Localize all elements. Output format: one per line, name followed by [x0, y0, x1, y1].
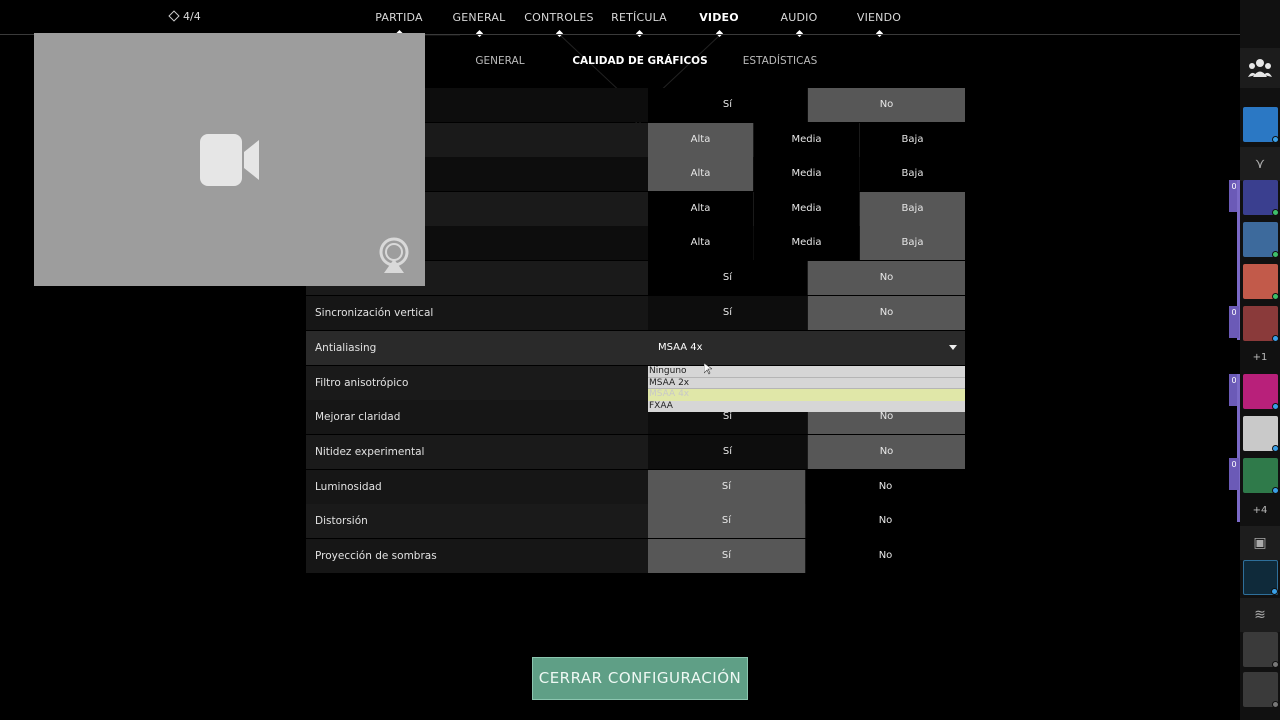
setting-row-bloom: Luminosidad Sí No	[306, 470, 965, 504]
option-no[interactable]: No	[806, 504, 965, 538]
option-medium[interactable]: Media	[754, 157, 859, 191]
setting-label: Filtro anisotrópico	[315, 377, 409, 389]
avatar[interactable]	[1243, 374, 1279, 410]
friends-button[interactable]	[1240, 48, 1280, 88]
option-high[interactable]: Alta	[648, 226, 753, 260]
option-yes[interactable]: Sí	[648, 261, 807, 295]
party-badge: 0	[1229, 458, 1239, 490]
dropdown-option-msaa2x[interactable]: MSAA 2x	[648, 378, 965, 389]
setting-row-sharpness: Nitidez experimental Sí No	[306, 435, 965, 469]
setting-label: Luminosidad	[315, 481, 382, 493]
setting-label: Nitidez experimental	[315, 446, 425, 458]
airplay-icon[interactable]	[379, 237, 409, 273]
setting-label: Proyección de sombras	[315, 550, 437, 562]
valorant-logo-icon[interactable]: ⋎	[1240, 147, 1280, 181]
avatar[interactable]	[1243, 180, 1279, 216]
option-medium[interactable]: Media	[754, 123, 859, 157]
subtab-graphics-quality[interactable]: CALIDAD DE GRÁFICOS	[572, 55, 707, 67]
avatar[interactable]	[1243, 107, 1279, 143]
option-yes[interactable]: Sí	[648, 296, 807, 330]
setting-label: Mejorar claridad	[315, 411, 401, 423]
avatar[interactable]	[1243, 222, 1279, 258]
tab-controles[interactable]: CONTROLES	[524, 11, 593, 24]
party-size: 4/4	[168, 10, 201, 23]
option-high[interactable]: Alta	[648, 123, 753, 157]
option-high[interactable]: Alta	[648, 192, 753, 226]
option-yes[interactable]: Sí	[648, 88, 807, 122]
option-yes[interactable]: Sí	[648, 504, 805, 538]
option-high[interactable]: Alta	[648, 157, 753, 191]
friends-icon	[1248, 59, 1272, 77]
connection-status-icon[interactable]: ≋	[1240, 598, 1280, 632]
subtab-statistics[interactable]: ESTADÍSTICAS	[743, 55, 818, 67]
option-no[interactable]: No	[808, 261, 965, 295]
avatar[interactable]	[1243, 672, 1279, 708]
tab-video[interactable]: VIDEO	[699, 11, 739, 24]
tab-partida[interactable]: PARTIDA	[375, 11, 422, 24]
option-medium[interactable]: Media	[754, 226, 859, 260]
option-no[interactable]: No	[808, 435, 965, 469]
setting-row-shadows: Proyección de sombras Sí No	[306, 539, 965, 573]
setting-label: Distorsión	[315, 515, 368, 527]
close-settings-button[interactable]: CERRAR CONFIGURACIÓN	[532, 657, 748, 700]
avatar[interactable]	[1243, 416, 1279, 452]
avatar[interactable]	[1243, 306, 1279, 342]
option-low[interactable]: Baja	[860, 226, 965, 260]
avatar[interactable]	[1243, 458, 1279, 494]
subtab-general[interactable]: GENERAL	[475, 55, 524, 67]
option-low[interactable]: Baja	[860, 123, 965, 157]
setting-label: Sincronización vertical	[315, 307, 434, 319]
video-call-overlay[interactable]	[34, 33, 425, 286]
option-no[interactable]: No	[806, 539, 965, 573]
video-camera-icon	[200, 134, 259, 186]
tab-viendo[interactable]: VIENDO	[857, 11, 901, 24]
dropdown-option-none[interactable]: Ninguno	[648, 366, 965, 378]
top-navigation: 4/4 PARTIDA GENERAL CONTROLES RETÍCULA V…	[0, 0, 1240, 38]
option-yes[interactable]: Sí	[648, 539, 805, 573]
league-of-legends-icon[interactable]	[1243, 560, 1278, 595]
party-badge: 0	[1229, 306, 1239, 338]
party-diamond-icon	[168, 10, 180, 22]
option-no[interactable]: No	[806, 470, 965, 504]
antialiasing-dropdown-value[interactable]: MSAA 4x	[658, 331, 703, 365]
option-medium[interactable]: Media	[754, 192, 859, 226]
option-low[interactable]: Baja	[860, 157, 965, 191]
dropdown-option-fxaa[interactable]: FXAA	[648, 401, 965, 413]
dropdown-option-msaa4x[interactable]: MSAA 4x	[648, 389, 965, 401]
option-no[interactable]: No	[808, 88, 965, 122]
tab-reticula[interactable]: RETÍCULA	[611, 11, 667, 24]
antialiasing-dropdown-list: Ninguno MSAA 2x MSAA 4x FXAA	[648, 366, 965, 412]
dropdown-arrow-icon[interactable]	[949, 345, 957, 350]
option-yes[interactable]: Sí	[648, 470, 805, 504]
more-count[interactable]: +1	[1240, 352, 1280, 363]
party-bar	[1237, 374, 1240, 522]
setting-row-antialiasing[interactable]: Antialiasing MSAA 4x	[306, 331, 965, 365]
avatar[interactable]	[1243, 632, 1279, 668]
setting-row-distortion: Distorsión Sí No	[306, 504, 965, 538]
tab-general[interactable]: GENERAL	[453, 11, 506, 24]
option-low[interactable]: Baja	[860, 192, 965, 226]
option-no[interactable]: No	[808, 296, 965, 330]
option-yes[interactable]: Sí	[648, 435, 807, 469]
riot-client-icon[interactable]: ▣	[1240, 526, 1280, 560]
tab-audio[interactable]: AUDIO	[781, 11, 818, 24]
more-count[interactable]: +4	[1240, 505, 1280, 516]
avatar[interactable]	[1243, 264, 1279, 300]
setting-label: Antialiasing	[315, 342, 377, 354]
setting-row-vsync: Sincronización vertical Sí No	[306, 296, 965, 330]
mouse-cursor-icon	[704, 363, 712, 375]
